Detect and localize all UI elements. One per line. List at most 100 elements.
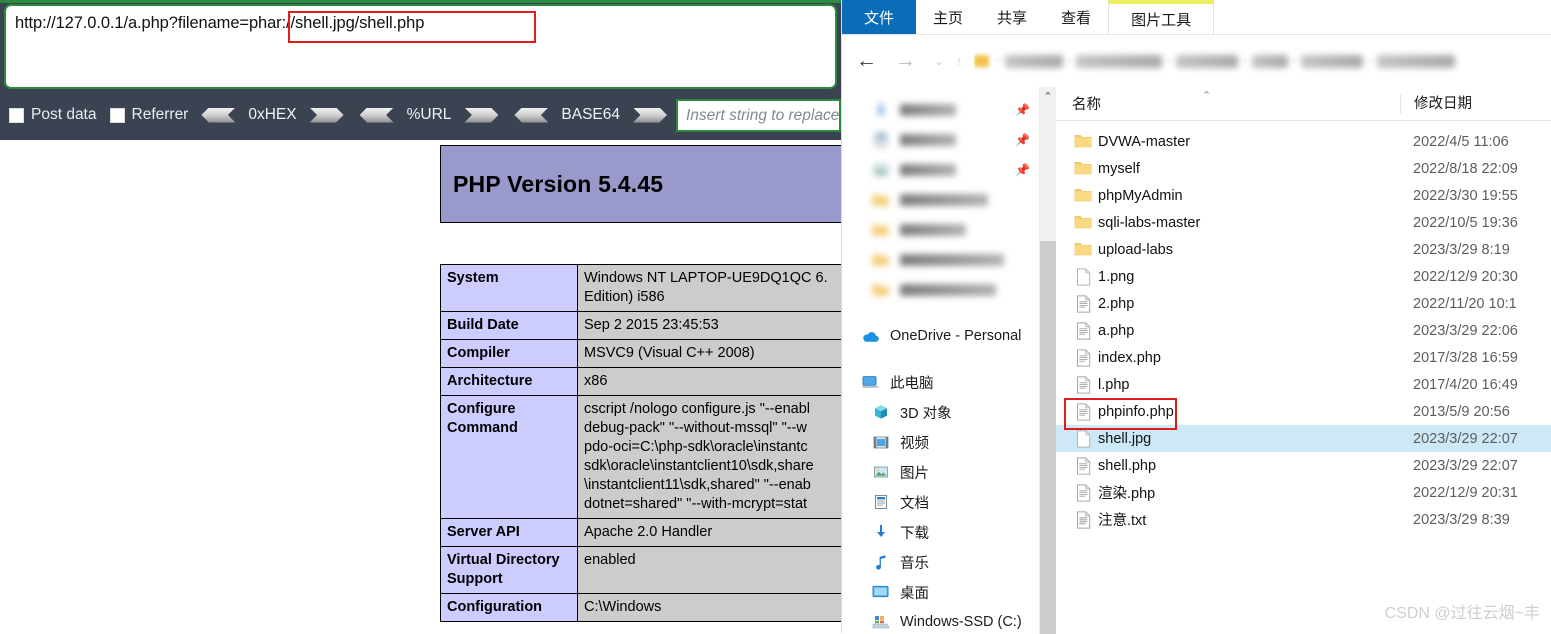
file-date: 2022/3/30 19:55 xyxy=(1400,188,1518,204)
back-arrow-icon[interactable]: ← xyxy=(856,49,877,73)
sidebar-item-下载[interactable]: 下载 xyxy=(842,517,1056,547)
ribbon-tab-1[interactable]: 主页 xyxy=(916,0,980,34)
video-icon xyxy=(870,435,891,450)
url-decode-arrow-icon[interactable] xyxy=(360,108,394,123)
phpinfo-table-body: SystemWindows NT LAPTOP-UE9DQ1QC 6. Edit… xyxy=(441,265,910,622)
base64-encode-arrow-icon[interactable] xyxy=(633,108,667,123)
picture-icon xyxy=(870,464,891,480)
sidebar-item-3D 对象[interactable]: 3D 对象 xyxy=(842,397,1056,427)
file-row[interactable]: 渲染.php2022/12/9 20:31 xyxy=(1056,479,1551,506)
file-row[interactable]: a.php2023/3/29 22:06 xyxy=(1056,317,1551,344)
forward-arrow-icon[interactable]: → xyxy=(895,49,916,73)
base64-decode-arrow-icon[interactable] xyxy=(514,108,548,123)
breadcrumb-segment[interactable] xyxy=(1176,55,1238,68)
file-row[interactable]: phpinfo.php2013/5/9 20:56 xyxy=(1056,398,1551,425)
file-row[interactable]: DVWA-master2022/4/5 11:06 xyxy=(1056,128,1551,155)
breadcrumb-segment[interactable] xyxy=(1377,55,1455,68)
hex-encode-arrow-icon[interactable] xyxy=(310,108,344,123)
phpinfo-row: Architecturex86 xyxy=(441,368,910,396)
file-date: 2023/3/29 8:19 xyxy=(1400,242,1510,258)
file-date: 2022/4/5 11:06 xyxy=(1400,134,1509,150)
referrer-checkbox[interactable]: Referrer xyxy=(110,106,189,124)
ribbon-tab-0[interactable]: 文件 xyxy=(842,0,916,34)
sidebar-item-redacted-5[interactable] xyxy=(842,245,1056,275)
sidebar-item-label-redacted xyxy=(900,254,1004,266)
column-header-date-label: 修改日期 xyxy=(1414,96,1472,112)
sidebar-item-label: 3D 对象 xyxy=(900,402,952,423)
file-row[interactable]: index.php2017/3/28 16:59 xyxy=(1056,344,1551,371)
folder-icon xyxy=(1068,134,1098,149)
column-header-date[interactable]: 修改日期 xyxy=(1400,94,1551,114)
pin-icon[interactable]: 📌 xyxy=(1015,133,1030,147)
column-header-name[interactable]: ⌃ 名称 xyxy=(1056,93,1400,114)
document-icon xyxy=(870,494,891,510)
phpinfo-key: Virtual Directory Support xyxy=(441,547,578,594)
sidebar-item-redacted-3[interactable] xyxy=(842,185,1056,215)
sidebar-item-此电脑[interactable]: 此电脑 xyxy=(842,367,1056,397)
file-row[interactable]: upload-labs2023/3/29 8:19 xyxy=(1056,236,1551,263)
sidebar-item-Windows-SSD (C:)[interactable]: Windows-SSD (C:) xyxy=(842,607,1056,634)
sidebar-item-下载[interactable]: 📌 xyxy=(842,95,1056,125)
post-data-checkbox[interactable]: Post data xyxy=(9,106,97,124)
file-name: l.php xyxy=(1098,377,1400,393)
file-row[interactable]: 2.php2022/11/20 10:1 xyxy=(1056,290,1551,317)
code-file-icon xyxy=(1068,376,1098,394)
scroll-up-chevron-icon[interactable]: ⌃ xyxy=(1040,87,1056,105)
sidebar-item-label-redacted xyxy=(900,224,966,236)
file-row[interactable]: 注意.txt2023/3/29 8:39 xyxy=(1056,506,1551,533)
file-date: 2022/8/18 22:09 xyxy=(1400,161,1518,177)
sidebar-item-OneDrive - Personal[interactable]: OneDrive - Personal xyxy=(842,321,1056,351)
replace-string-input[interactable]: Insert string to replace xyxy=(676,99,841,132)
pin-icon[interactable]: 📌 xyxy=(1015,163,1030,177)
file-date: 2023/3/29 22:07 xyxy=(1400,431,1518,447)
phpinfo-key: Architecture xyxy=(441,368,578,396)
sidebar-item-桌面[interactable]: 桌面 xyxy=(842,577,1056,607)
sidebar-item-文档[interactable]: 📌 xyxy=(842,125,1056,155)
ribbon-tab-3[interactable]: 查看 xyxy=(1044,0,1108,34)
url-input[interactable]: http://127.0.0.1/a.php?filename=phar://s… xyxy=(4,4,837,89)
pin-icon[interactable]: 📌 xyxy=(1015,103,1030,117)
recent-locations-icon[interactable]: ⌄ xyxy=(934,54,944,68)
up-arrow-icon[interactable]: ↑ xyxy=(956,54,962,68)
checkbox-box-referrer[interactable] xyxy=(110,108,125,123)
breadcrumb-segment[interactable] xyxy=(1252,55,1288,68)
sidebar-scrollbar[interactable]: ⌃ xyxy=(1039,87,1056,634)
sidebar-items: 📌 📌 📌 OneDrive - Personal 此电脑 3D 对象视频图片文档下载音乐… xyxy=(842,95,1056,634)
phpinfo-row: Virtual Directory Supportenabled xyxy=(441,547,910,594)
music-icon xyxy=(870,554,891,570)
sidebar-item-视频[interactable]: 视频 xyxy=(842,427,1056,457)
sidebar-item-图片[interactable]: 📌 xyxy=(842,155,1056,185)
ribbon-tab-4[interactable]: 图片工具 xyxy=(1108,0,1214,34)
sidebar-item-redacted-4[interactable] xyxy=(842,215,1056,245)
breadcrumb-segment[interactable] xyxy=(1005,55,1063,68)
base64-label: BASE64 xyxy=(561,106,620,124)
scrollbar-track[interactable] xyxy=(1040,105,1056,634)
checkbox-box-post-data[interactable] xyxy=(9,108,24,123)
ribbon-tab-2[interactable]: 共享 xyxy=(980,0,1044,34)
php-version-banner: PHP Version 5.4.45 xyxy=(440,145,900,223)
scrollbar-thumb[interactable] xyxy=(1040,241,1056,634)
sidebar-item-图片[interactable]: 图片 xyxy=(842,457,1056,487)
sidebar-item-label: 桌面 xyxy=(900,582,929,603)
file-row[interactable]: sqli-labs-master2022/10/5 19:36 xyxy=(1056,209,1551,236)
hex-decode-arrow-icon[interactable] xyxy=(201,108,235,123)
file-name: 渲染.php xyxy=(1098,482,1400,503)
breadcrumb-segment[interactable] xyxy=(1301,55,1363,68)
url-encode-arrow-icon[interactable] xyxy=(464,108,498,123)
file-row[interactable]: l.php2017/4/20 16:49 xyxy=(1056,371,1551,398)
file-row[interactable]: myself2022/8/18 22:09 xyxy=(1056,155,1551,182)
file-row[interactable]: phpMyAdmin2022/3/30 19:55 xyxy=(1056,182,1551,209)
file-row[interactable]: shell.jpg2023/3/29 22:07 xyxy=(1056,425,1551,452)
sidebar-item-文档[interactable]: 文档 xyxy=(842,487,1056,517)
sidebar-item-音乐[interactable]: 音乐 xyxy=(842,547,1056,577)
file-row[interactable]: 1.png2022/12/9 20:30 xyxy=(1056,263,1551,290)
folder-icon xyxy=(870,283,891,297)
file-row[interactable]: shell.php2023/3/29 22:07 xyxy=(1056,452,1551,479)
phpinfo-key: Compiler xyxy=(441,340,578,368)
breadcrumb-separator: › xyxy=(1068,55,1072,67)
sidebar-item-redacted-6[interactable] xyxy=(842,275,1056,305)
breadcrumb[interactable]: › › › › › › xyxy=(974,49,1535,73)
breadcrumb-segment[interactable] xyxy=(1076,55,1162,68)
phpinfo-key: Build Date xyxy=(441,312,578,340)
file-explorer-window: 文件主页共享查看图片工具 ← → ⌄ ↑ › › › › › › 📌 📌 📌 OneD… xyxy=(841,0,1551,633)
